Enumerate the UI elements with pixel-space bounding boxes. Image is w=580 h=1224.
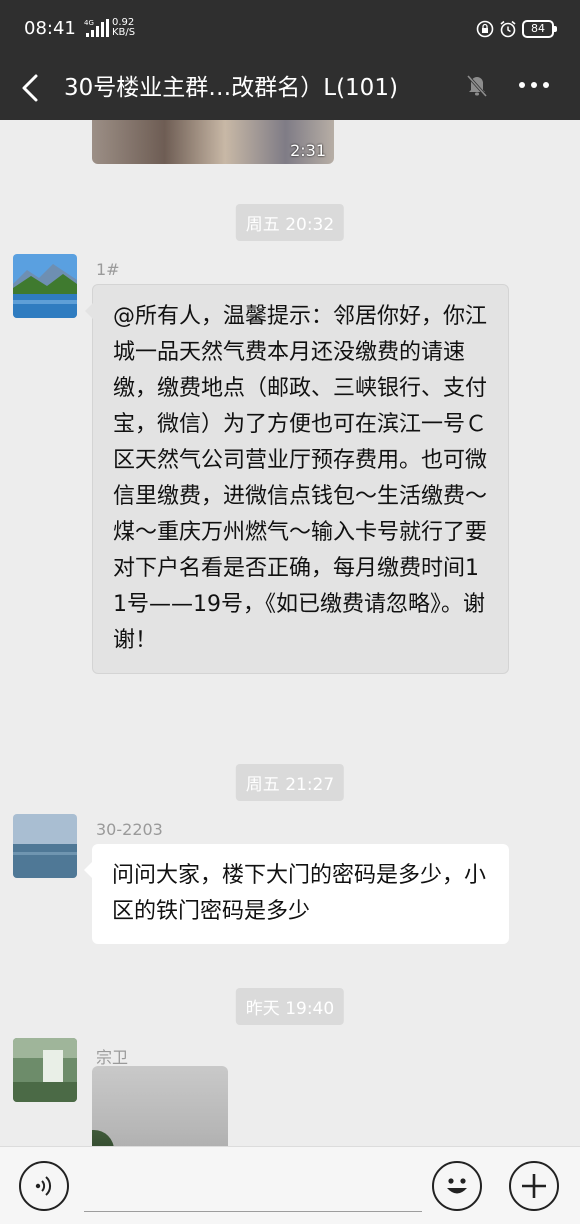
message-bubble[interactable]: 问问大家，楼下大门的密码是多少，小区的铁门密码是多少 — [84, 844, 509, 944]
chat-area[interactable]: 2:31 周五 20:32 1# @所有人，温馨提示：邻居你好，你江城一品天然气… — [0, 120, 580, 1146]
alarm-icon — [500, 20, 516, 38]
lock-icon — [476, 20, 494, 38]
avatar[interactable] — [13, 814, 77, 878]
top-bar: 08:41 4G 0.92 KB/S 84 30号楼业主群…改群名）L(101) — [0, 0, 580, 120]
timestamp: 周五 21:27 — [235, 764, 345, 801]
chevron-left-icon[interactable] — [18, 66, 44, 110]
avatar[interactable] — [13, 254, 77, 318]
sender-name: 宗卫 — [96, 1048, 129, 1067]
video-message[interactable]: 2:31 — [92, 120, 334, 164]
timestamp: 周五 20:32 — [235, 204, 345, 241]
chat-header: 30号楼业主群…改群名）L(101) — [0, 58, 580, 120]
network-speed: 0.92 KB/S — [112, 18, 135, 38]
plus-icon[interactable] — [509, 1161, 559, 1211]
image-tree-detail — [92, 1130, 114, 1146]
battery-indicator: 84 — [522, 20, 557, 38]
image-message[interactable] — [92, 1066, 228, 1146]
status-bar: 08:41 4G 0.92 KB/S 84 — [0, 0, 580, 58]
emoji-icon[interactable] — [432, 1161, 482, 1211]
timestamp: 昨天 19:40 — [235, 988, 345, 1025]
signal-icon: 4G — [84, 19, 109, 37]
avatar[interactable] — [13, 1038, 77, 1102]
chat-title: 30号楼业主群…改群名）L(101) — [64, 75, 398, 101]
sender-name: 1# — [96, 260, 120, 279]
input-bar — [0, 1146, 580, 1224]
bell-off-icon — [466, 74, 488, 98]
more-dots-icon[interactable] — [517, 70, 551, 100]
sender-name: 30-2203 — [96, 820, 163, 839]
video-duration: 2:31 — [290, 141, 326, 160]
speed-unit: KB/S — [112, 27, 136, 38]
status-time: 08:41 — [24, 18, 76, 39]
net-label: 4G — [84, 19, 94, 27]
voice-icon[interactable] — [19, 1161, 69, 1211]
message-input[interactable] — [84, 1163, 422, 1212]
message-bubble[interactable]: @所有人，温馨提示：邻居你好，你江城一品天然气费本月还没缴费的请速缴，缴费地点（… — [85, 284, 509, 674]
